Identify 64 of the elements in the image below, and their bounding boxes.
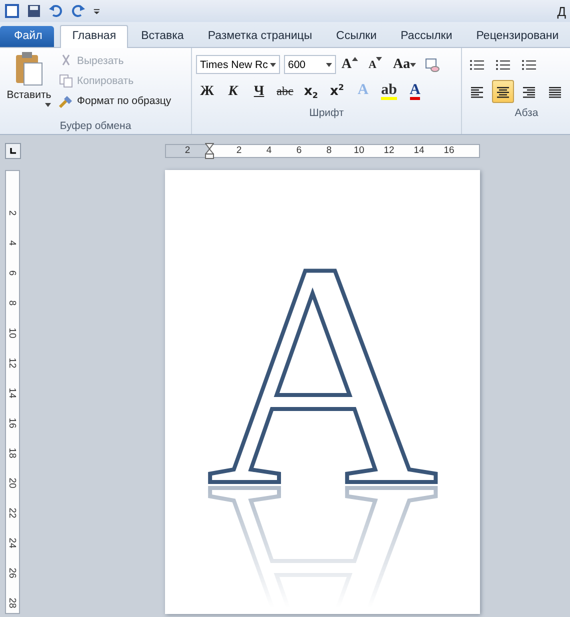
caret-icon <box>270 62 276 66</box>
font-size-field[interactable]: 600 <box>284 55 336 74</box>
align-button[interactable] <box>492 80 514 103</box>
ribbon-tab[interactable]: Главная <box>60 25 128 48</box>
ruler-number: 2 <box>235 145 243 157</box>
ruler-number: 18 <box>6 448 19 458</box>
ruler-number: 16 <box>442 145 456 157</box>
ruler-number: 24 <box>6 538 19 548</box>
change-case-button[interactable]: Aa <box>392 53 420 76</box>
ruler-number: 26 <box>6 568 19 578</box>
paste-button[interactable]: Вставить <box>4 51 54 118</box>
ruler-number: 4 <box>6 240 19 246</box>
caret-icon <box>326 62 332 66</box>
caret-icon <box>352 57 358 61</box>
ruler-number: 10 <box>352 145 366 157</box>
caret-icon <box>376 57 382 61</box>
ruler-number: 12 <box>382 145 396 157</box>
group-title: Шрифт <box>308 106 345 121</box>
group-title: Буфер обмена <box>58 119 132 134</box>
font-name-field[interactable]: Times New Rc <box>196 55 280 74</box>
format-button[interactable]: abc <box>274 80 296 103</box>
ruler-number: 8 <box>325 145 333 157</box>
app-icon <box>4 3 20 19</box>
clipboard-command[interactable]: Формат по образцу <box>58 91 172 111</box>
copy-icon <box>58 73 74 89</box>
ruler-number: 2 <box>6 210 19 216</box>
ruler-number: 4 <box>265 145 273 157</box>
ribbon-tab[interactable]: Рецензировани <box>465 26 570 47</box>
grow-font-button[interactable]: A <box>340 53 362 76</box>
ribbon-tab[interactable]: Ссылки <box>325 26 388 47</box>
ruler-number: 6 <box>6 270 19 276</box>
highlight-button[interactable]: ab <box>378 80 400 103</box>
ribbon-tab[interactable]: Вставка <box>130 26 195 47</box>
ruler-number: 20 <box>6 478 19 488</box>
ruler-number: 8 <box>6 300 19 306</box>
format-button[interactable]: Ж <box>196 80 218 103</box>
ruler-number: 10 <box>6 328 19 338</box>
caret-icon <box>410 62 416 66</box>
document-text: A <box>206 250 440 554</box>
ruler-number: 12 <box>6 358 19 368</box>
window-title: Д <box>557 4 566 18</box>
caret-icon <box>45 103 51 107</box>
redo-icon[interactable] <box>70 3 86 19</box>
save-icon[interactable] <box>26 3 42 19</box>
clear-format-icon[interactable] <box>424 56 440 72</box>
undo-icon[interactable] <box>48 3 64 19</box>
ruler-number: 6 <box>295 145 303 157</box>
format-button[interactable]: К <box>222 80 244 103</box>
format-button[interactable]: Ч <box>248 80 270 103</box>
group-title: Абза <box>514 106 540 121</box>
ruler-number: 22 <box>6 508 19 518</box>
ribbon-tab[interactable]: Разметка страницы <box>196 26 324 47</box>
shrink-font-button[interactable]: A <box>366 53 388 76</box>
ribbon-tab[interactable]: Рассылки <box>390 26 464 47</box>
tab-selector[interactable] <box>5 143 21 159</box>
ruler-number: 16 <box>6 418 19 428</box>
ruler-number: 14 <box>6 388 19 398</box>
file-tab[interactable]: Файл <box>0 26 54 47</box>
font-color-button[interactable]: A <box>404 80 426 103</box>
clipboard-icon <box>14 51 44 87</box>
ruler-number: 14 <box>412 145 426 157</box>
ruler-number: 2 <box>166 145 209 157</box>
ruler-number: 28 <box>6 598 19 608</box>
tab-stop-icon <box>9 147 17 155</box>
